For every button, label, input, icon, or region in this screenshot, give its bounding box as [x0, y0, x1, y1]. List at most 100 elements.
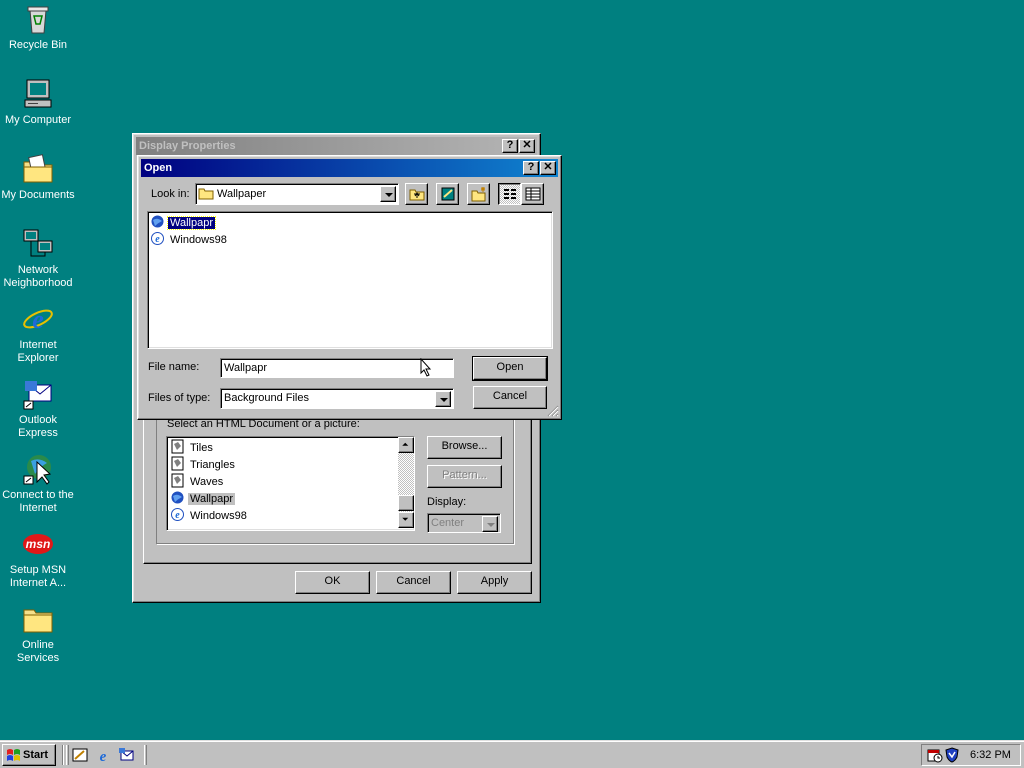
- folder-up-icon: [409, 189, 425, 201]
- file-list[interactable]: Wallpapr e Windows98: [147, 211, 553, 349]
- ok-button[interactable]: OK: [295, 571, 370, 594]
- chevron-down-icon[interactable]: [435, 391, 451, 407]
- display-label: Display:: [427, 496, 467, 508]
- help-button[interactable]: ?: [523, 161, 539, 175]
- internet-explorer-icon: e: [21, 302, 55, 336]
- recycle-bin-icon: [21, 2, 55, 36]
- outlook-express-icon[interactable]: [118, 747, 134, 763]
- chevron-down-icon[interactable]: [482, 516, 498, 532]
- arrow-up-icon: [402, 442, 409, 446]
- details-view-icon: [525, 187, 541, 201]
- desktop-icon-label: My Computer: [4, 114, 72, 126]
- svg-text:e: e: [100, 749, 107, 763]
- arrow-down-icon: [402, 517, 409, 521]
- list-item[interactable]: Waves: [170, 473, 225, 489]
- window-title: Open: [144, 162, 173, 174]
- list-item[interactable]: Triangles: [170, 456, 237, 472]
- wallpaper-list-scrollbar[interactable]: [398, 437, 414, 528]
- msn-icon: msn: [21, 527, 55, 561]
- close-icon: ✕: [543, 161, 553, 173]
- desktop-icon-label: Recycle Bin: [8, 39, 68, 51]
- network-icon: [21, 227, 55, 261]
- up-one-level-button[interactable]: [405, 183, 428, 205]
- open-button[interactable]: Open: [472, 356, 548, 381]
- quicklaunch-grip[interactable]: [66, 745, 69, 765]
- chevron-down-icon[interactable]: [380, 186, 396, 202]
- security-shield-icon[interactable]: [945, 747, 959, 763]
- bitmap-file-icon: [171, 439, 184, 454]
- wallpaper-list[interactable]: Tiles Triangles Waves Wallpapr e Windows9…: [166, 436, 415, 531]
- bitmap-file-icon: [171, 473, 184, 488]
- desktop-icon-setup-msn[interactable]: msn Setup MSN Internet A...: [0, 527, 76, 590]
- files-of-type-select[interactable]: Background Files: [220, 388, 454, 409]
- new-folder-button[interactable]: [467, 183, 490, 205]
- scheduler-icon[interactable]: [927, 747, 943, 763]
- scroll-down-button[interactable]: [398, 512, 414, 528]
- look-in-select[interactable]: Wallpaper: [195, 183, 399, 205]
- desktop-icon-internet-explorer[interactable]: e Internet Explorer: [0, 302, 76, 365]
- svg-text:msn: msn: [26, 537, 51, 551]
- desktop-icon-connect-internet[interactable]: Connect to the Internet: [0, 452, 76, 515]
- open-dialog: Open ? ✕ Look in: Wallpaper Wallpapr e Wi…: [137, 155, 562, 420]
- html-document-icon: e: [171, 508, 184, 521]
- windows-logo-icon: [7, 749, 20, 761]
- desktop-icon-label: Outlook Express: [18, 414, 58, 439]
- desktop-icon-recycle-bin[interactable]: Recycle Bin: [0, 2, 76, 52]
- display-mode-select[interactable]: Center: [427, 513, 501, 533]
- folder-documents-icon: [21, 152, 55, 186]
- desktop-button[interactable]: [436, 183, 459, 205]
- desktop-icon-my-documents[interactable]: My Documents: [0, 152, 76, 202]
- list-view-button[interactable]: [498, 183, 521, 205]
- file-name-label: File name:: [148, 361, 200, 373]
- desktop-icon-label: Online Services: [16, 639, 60, 664]
- desktop-icon-my-computer[interactable]: My Computer: [0, 77, 76, 127]
- clock[interactable]: 6:32 PM: [970, 749, 1011, 761]
- details-view-button[interactable]: [521, 183, 544, 205]
- taskbar-grip[interactable]: [144, 745, 147, 765]
- desktop-icon-label: Network Neighborhood: [3, 264, 73, 289]
- html-document-icon: e: [151, 232, 164, 245]
- pattern-button[interactable]: Pattern...: [427, 465, 502, 488]
- help-button[interactable]: ?: [502, 139, 518, 153]
- start-button[interactable]: Start: [2, 744, 56, 766]
- list-item-selected[interactable]: Wallpapr: [170, 490, 235, 506]
- show-desktop-icon[interactable]: [72, 747, 88, 763]
- file-name-input[interactable]: Wallpapr: [220, 358, 454, 378]
- folder-icon: [21, 602, 55, 636]
- list-item[interactable]: e Windows98: [170, 507, 249, 523]
- apply-button[interactable]: Apply: [457, 571, 532, 594]
- display-properties-titlebar[interactable]: Display Properties ? ✕: [136, 137, 537, 155]
- list-item[interactable]: Tiles: [170, 439, 215, 455]
- svg-text:e: e: [155, 234, 160, 245]
- file-item[interactable]: e Windows98: [150, 231, 229, 247]
- connect-internet-icon: [21, 452, 55, 486]
- desktop-icon-network-neighborhood[interactable]: Network Neighborhood: [0, 227, 76, 290]
- html-document-icon: [151, 215, 164, 228]
- cancel-button[interactable]: Cancel: [376, 571, 451, 594]
- computer-icon: [21, 77, 55, 111]
- window-title: Display Properties: [139, 140, 236, 152]
- desktop-icon-online-services[interactable]: Online Services: [0, 602, 76, 665]
- close-icon: ✕: [522, 139, 532, 151]
- internet-explorer-icon[interactable]: e: [95, 747, 111, 763]
- system-tray: 6:32 PM: [921, 744, 1021, 766]
- look-in-label: Look in:: [151, 188, 190, 200]
- mouse-cursor-icon: [420, 358, 432, 377]
- desktop-icon-label: Internet Explorer: [17, 339, 59, 364]
- taskbar: Start e 6:32 PM: [0, 740, 1024, 768]
- scroll-up-button[interactable]: [398, 437, 414, 453]
- desktop-icon-outlook-express[interactable]: Outlook Express: [0, 377, 76, 440]
- svg-text:e: e: [175, 510, 180, 521]
- close-button[interactable]: ✕: [519, 139, 535, 153]
- browse-button[interactable]: Browse...: [427, 436, 502, 459]
- desktop-icon-label: Connect to the Internet: [2, 489, 74, 514]
- open-dialog-titlebar[interactable]: Open ? ✕: [141, 159, 558, 177]
- desktop-icon: [441, 187, 455, 201]
- svg-text:e: e: [32, 305, 44, 334]
- desktop-icon-label: Setup MSN Internet A...: [9, 564, 67, 589]
- cancel-button[interactable]: Cancel: [473, 386, 547, 409]
- close-button[interactable]: ✕: [540, 161, 556, 175]
- file-item-selected[interactable]: Wallpapr: [150, 214, 216, 230]
- scroll-thumb[interactable]: [398, 495, 414, 511]
- resize-grip-icon[interactable]: [547, 405, 559, 417]
